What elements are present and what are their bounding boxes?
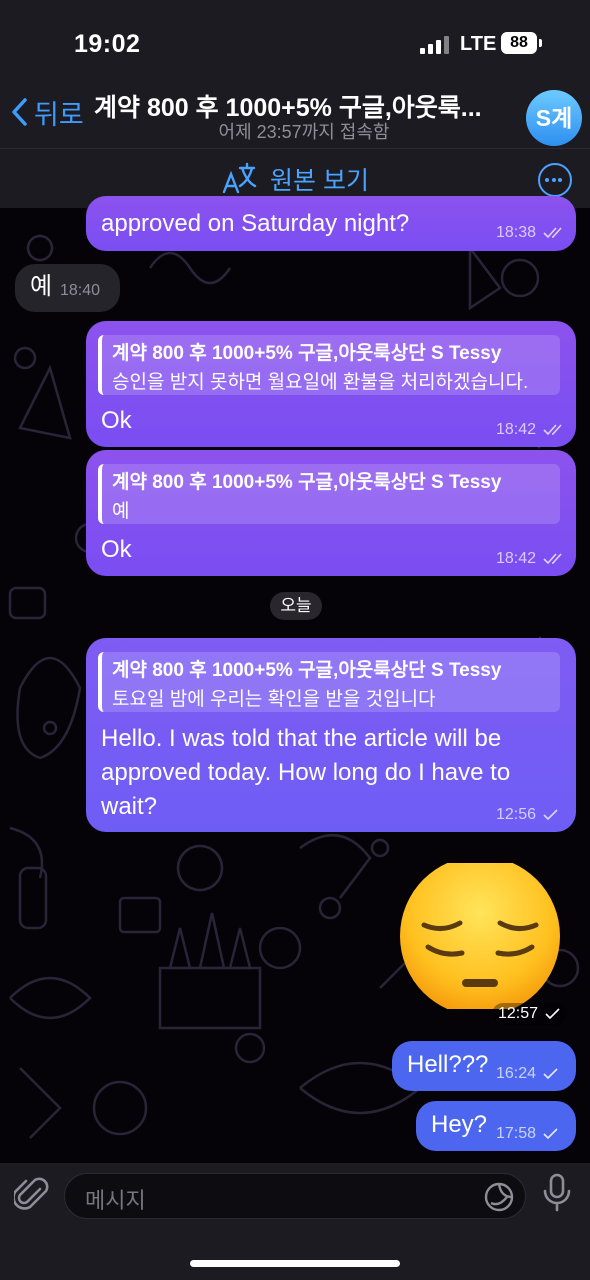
double-check-icon: [542, 553, 562, 564]
show-original-button[interactable]: 원본 보기: [222, 161, 369, 197]
message-time: 12:56: [496, 806, 559, 824]
status-time: 19:02: [74, 30, 141, 58]
message-text-line: approved today. How long do I have to: [101, 759, 511, 786]
message-bubble[interactable]: 계약 800 후 1000+5% 구글,아웃룩상단 S Tessy 예 Ok 1…: [86, 450, 576, 576]
reply-sender-name: 계약 800 후 1000+5% 구글,아웃룩상단 S Tessy: [112, 472, 502, 493]
reply-text: 토요일 밤에 우리는 확인을 받을 것입니다: [112, 689, 436, 710]
message-time: 18:38: [496, 224, 565, 242]
message-bubble-incoming[interactable]: 예 18:40: [15, 264, 120, 312]
microphone-icon[interactable]: [541, 1173, 573, 1218]
battery-tip: [539, 39, 542, 47]
status-bar: 19:02 LTE 88: [0, 0, 590, 84]
back-label: 뒤로: [34, 99, 84, 130]
message-text-line: wait?: [101, 793, 158, 820]
show-original-label: 원본 보기: [270, 167, 369, 195]
message-input[interactable]: 메시지: [64, 1173, 526, 1219]
message-time: 17:58: [496, 1125, 559, 1143]
avatar[interactable]: S계: [526, 90, 582, 146]
double-check-icon: [542, 424, 562, 435]
battery-icon: 88: [501, 32, 537, 54]
date-separator: 오늘: [270, 592, 322, 620]
back-button[interactable]: 뒤로: [10, 92, 84, 132]
last-seen-status: 어제 23:57까지 접속함: [218, 122, 390, 142]
reply-sender-name: 계약 800 후 1000+5% 구글,아웃룩상단 S Tessy: [112, 343, 502, 364]
more-icon[interactable]: [538, 163, 572, 197]
message-text: 예: [30, 273, 53, 300]
message-input-placeholder: 메시지: [85, 1188, 146, 1213]
message-bubble[interactable]: approved on Saturday night? 18:38: [86, 196, 576, 251]
message-text: Hey?: [431, 1111, 488, 1138]
message-bubble[interactable]: Hell??? 16:24: [392, 1041, 576, 1091]
message-text: Hell???: [407, 1051, 489, 1078]
chat-header: 뒤로 계약 800 후 1000+5% 구글,아웃룩... 어제 23:57까지…: [0, 84, 590, 148]
pensive-face-emoji[interactable]: [396, 856, 564, 1016]
message-bubble[interactable]: Hey? 17:58: [416, 1101, 576, 1151]
reply-quote[interactable]: 계약 800 후 1000+5% 구글,아웃룩상단 S Tessy 토요일 밤에…: [98, 652, 560, 712]
reply-sender-name: 계약 800 후 1000+5% 구글,아웃룩상단 S Tessy: [112, 660, 502, 681]
message-time: 16:24: [496, 1065, 559, 1083]
message-bubble[interactable]: 계약 800 후 1000+5% 구글,아웃룩상단 S Tessy 승인을 받지…: [86, 321, 576, 447]
network-type: LTE: [460, 33, 497, 55]
message-text: approved on Saturday night?: [101, 210, 410, 237]
sticker-icon[interactable]: [483, 1181, 515, 1218]
double-check-icon: [542, 227, 562, 238]
signal-icon: [420, 34, 450, 54]
home-indicator: [190, 1260, 400, 1267]
reply-text: 승인을 받지 못하면 월요일에 환불을 처리하겠습니다.: [112, 372, 529, 393]
check-icon: [542, 809, 558, 820]
message-time: 18:42: [496, 421, 565, 439]
check-icon: [542, 1068, 558, 1079]
message-text: Ok: [101, 536, 132, 563]
check-icon: [544, 1008, 560, 1019]
reply-quote[interactable]: 계약 800 후 1000+5% 구글,아웃룩상단 S Tessy 예: [98, 464, 560, 524]
message-text: Ok: [101, 407, 132, 434]
message-time: 18:40: [60, 282, 101, 299]
chevron-left-icon: [12, 98, 27, 126]
attach-icon[interactable]: [12, 1175, 50, 1220]
check-icon: [542, 1128, 558, 1139]
translate-icon: [222, 162, 257, 194]
reply-text: 예: [112, 501, 130, 522]
message-bubble[interactable]: 계약 800 후 1000+5% 구글,아웃룩상단 S Tessy 토요일 밤에…: [86, 638, 576, 832]
message-time: 12:57: [492, 1003, 567, 1025]
message-time: 18:42: [496, 550, 565, 568]
reply-quote[interactable]: 계약 800 후 1000+5% 구글,아웃룩상단 S Tessy 승인을 받지…: [98, 335, 560, 395]
message-text-line: Hello. I was told that the article will …: [101, 725, 502, 752]
